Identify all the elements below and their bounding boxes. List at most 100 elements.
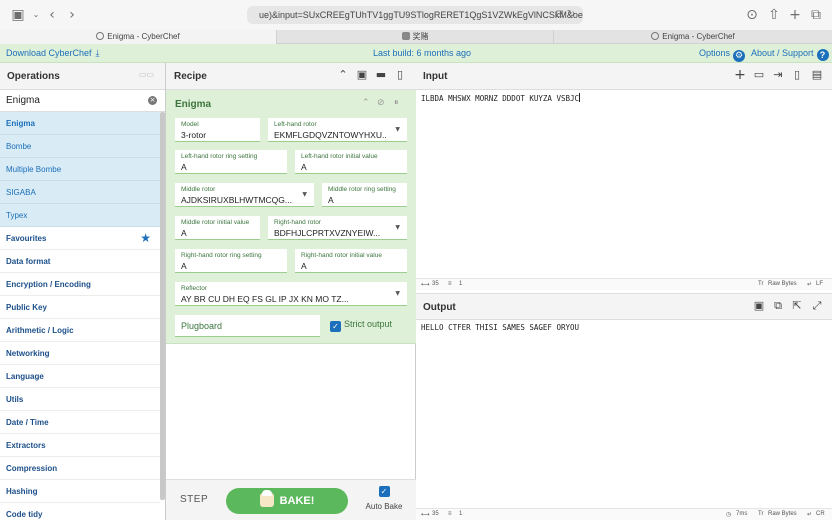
- add-input-icon[interactable]: +: [734, 68, 746, 82]
- encoding-icon: Tr: [758, 511, 764, 517]
- output-text[interactable]: HELLO CTFER THISI SAMES SAGEF ORYOU: [421, 323, 579, 332]
- output-lines: 1: [459, 511, 463, 517]
- url-text: ue)&input=SUxCREEgTUhTV1ggTU9STlogRERET1…: [259, 10, 583, 20]
- download-icon[interactable]: ⊙: [744, 7, 760, 23]
- right-ring-field[interactable]: Right-hand rotor ring setting A: [175, 249, 287, 273]
- disable-op-icon[interactable]: ⊘: [377, 98, 385, 108]
- output-status-bar: ⟷ 35 ≡ 1 ◷ 7ms Tr Raw Bytes ↵ CR: [416, 508, 832, 520]
- copy-icon[interactable]: ⧉: [772, 300, 784, 312]
- tab-cyberchef-2[interactable]: Enigma - CyberChef: [554, 30, 832, 44]
- operations-scrollbar[interactable]: [160, 112, 165, 500]
- model-select[interactable]: Model 3-rotor: [175, 118, 260, 142]
- category-data-format[interactable]: Data format: [0, 250, 160, 273]
- op-result-multiple-bombe[interactable]: Multiple Bombe: [0, 158, 160, 181]
- save-icon[interactable]: ▣: [753, 300, 765, 312]
- forward-icon[interactable]: ›: [64, 7, 80, 23]
- middle-initial-field[interactable]: Middle rotor initial value A: [175, 216, 260, 240]
- gear-icon: ⚙: [733, 50, 746, 62]
- collapse-icon[interactable]: ⌃: [337, 69, 349, 81]
- eol-icon: ↵: [807, 512, 813, 518]
- op-result-sigaba[interactable]: SIGABA: [0, 181, 160, 204]
- output-title: Output: [423, 302, 456, 313]
- address-bar[interactable]: ue)&input=SUxCREEgTUhTV1ggTU9STlogRERET1…: [247, 6, 583, 24]
- op-result-bombe[interactable]: Bombe: [0, 135, 160, 158]
- category-encryption[interactable]: Encryption / Encoding: [0, 273, 160, 296]
- category-compression[interactable]: Compression: [0, 457, 160, 480]
- right-initial-field[interactable]: Right-hand rotor initial value A: [295, 249, 407, 273]
- open-folder-icon[interactable]: ▭: [753, 69, 765, 81]
- length-icon: ⟷: [421, 282, 430, 288]
- sidebar-toggle-icon[interactable]: ▣: [10, 7, 26, 23]
- lines-icon: ≡: [448, 511, 452, 517]
- clock-icon: ◷: [726, 512, 732, 518]
- category-networking[interactable]: Networking: [0, 342, 160, 365]
- trash-icon[interactable]: ▯: [394, 69, 406, 81]
- category-date-time[interactable]: Date / Time: [0, 411, 160, 434]
- recipe-pane: Recipe ⌃ ▣ ▬ ▯ Enigma ⌃ ⊘ ⏸ Model 3-roto…: [166, 63, 416, 520]
- new-tab-icon[interactable]: +: [787, 7, 803, 23]
- category-hashing[interactable]: Hashing: [0, 480, 160, 503]
- output-encoding[interactable]: Raw Bytes: [768, 511, 797, 517]
- browser-toolbar: ▣ ⌄ ‹ › ue)&input=SUxCREEgTUhTV1ggTU9STl…: [0, 0, 832, 30]
- step-button[interactable]: STEP: [180, 494, 208, 505]
- cyberchef-banner: Download CyberChef ⤓ Last build: 6 months…: [0, 44, 832, 63]
- category-public-key[interactable]: Public Key: [0, 296, 160, 319]
- download-link[interactable]: Download CyberChef ⤓: [6, 48, 100, 59]
- operations-header: Operations ▭▭: [0, 63, 165, 90]
- bake-button[interactable]: BAKE!: [226, 488, 348, 514]
- replace-input-icon[interactable]: ⇱: [791, 300, 803, 312]
- category-language[interactable]: Language: [0, 365, 160, 388]
- length-icon: ⟷: [421, 512, 430, 518]
- translate-icon[interactable]: ⊡ ↻: [555, 6, 575, 24]
- chevron-down-icon[interactable]: ⌄: [28, 7, 44, 23]
- right-rotor-select[interactable]: Right-hand rotor BDFHJLCPRTXVZNYEIW... ▼: [268, 216, 407, 240]
- output-length: 35: [432, 511, 439, 517]
- tab-overview-icon[interactable]: ⧉: [808, 7, 824, 23]
- tab-second[interactable]: 奖赌: [277, 30, 554, 44]
- output-eol[interactable]: CR: [816, 511, 825, 517]
- op-result-typex[interactable]: Typex: [0, 204, 160, 227]
- drag-handle-icon[interactable]: ▭▭: [139, 70, 154, 79]
- middle-ring-field[interactable]: Middle rotor ring setting A: [322, 183, 407, 207]
- left-rotor-select[interactable]: Left-hand rotor EKMFLGDQVZNTOWYHXU... ▼: [268, 118, 407, 142]
- reflector-select[interactable]: Reflector AY BR CU DH EQ FS GL IP JX KN …: [175, 282, 407, 306]
- input-eol[interactable]: LF: [816, 281, 823, 287]
- input-encoding[interactable]: Raw Bytes: [768, 281, 797, 287]
- input-title: Input: [423, 71, 448, 82]
- tab-cyberchef-1[interactable]: Enigma - CyberChef: [0, 30, 277, 44]
- op-result-enigma[interactable]: Enigma: [0, 112, 160, 135]
- left-initial-field[interactable]: Left-hand rotor initial value A: [295, 150, 407, 174]
- strict-output-checkbox[interactable]: ✓ Strict output: [330, 319, 392, 332]
- layout-icon[interactable]: ▤: [811, 69, 823, 81]
- maximize-icon[interactable]: ⤢: [811, 300, 823, 312]
- compass-icon: [96, 32, 105, 40]
- category-favourites[interactable]: Favourites ★: [0, 227, 160, 250]
- bake-time: 7ms: [736, 511, 748, 517]
- category-arithmetic[interactable]: Arithmetic / Logic: [0, 319, 160, 342]
- trash-icon[interactable]: ▯: [791, 69, 803, 81]
- category-utils[interactable]: Utils: [0, 388, 160, 411]
- recipe-header: Recipe ⌃ ▣ ▬ ▯: [166, 63, 416, 90]
- back-icon[interactable]: ‹: [44, 7, 60, 23]
- folder-icon[interactable]: ▬: [375, 69, 387, 81]
- left-ring-field[interactable]: Left-hand rotor ring setting A: [175, 150, 287, 174]
- category-extractors[interactable]: Extractors: [0, 434, 160, 457]
- operation-name: Enigma: [175, 99, 212, 110]
- search-input[interactable]: Enigma: [6, 95, 40, 106]
- input-text[interactable]: ILBDA MHSWX MORNZ DDDOT KUYZA VSBJC: [421, 93, 581, 103]
- chevron-down-icon: ▼: [395, 290, 400, 297]
- category-code-tidy[interactable]: Code tidy: [0, 503, 160, 520]
- collapse-op-icon[interactable]: ⌃: [362, 98, 370, 108]
- save-icon[interactable]: ▣: [356, 69, 368, 81]
- about-link[interactable]: About / Support?: [751, 48, 829, 61]
- pause-op-icon[interactable]: ⏸: [394, 98, 399, 108]
- checkmark-icon: ✓: [330, 321, 341, 332]
- auto-bake-checkbox[interactable]: ✓ Auto Bake: [360, 486, 408, 512]
- share-icon[interactable]: ⇧: [766, 7, 782, 23]
- clear-search-icon[interactable]: ×: [148, 96, 157, 105]
- operations-search[interactable]: Enigma ×: [0, 90, 165, 112]
- options-link[interactable]: Options ⚙: [699, 48, 746, 62]
- plugboard-input[interactable]: Plugboard: [175, 315, 320, 337]
- middle-rotor-select[interactable]: Middle rotor AJDKSIRUXBLHWTMCQG... ▼: [175, 183, 314, 207]
- open-file-icon[interactable]: ⇥: [772, 69, 784, 81]
